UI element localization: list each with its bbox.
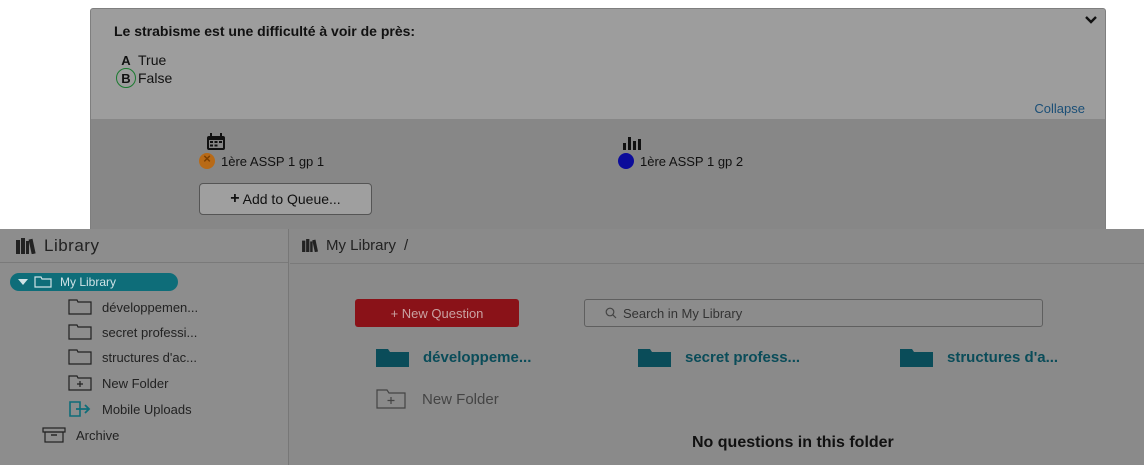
session-item-2[interactable]: 1ère ASSP 1 gp 2	[618, 153, 743, 169]
archive-icon	[42, 427, 66, 443]
sidebar-item-folder[interactable]: développemen...	[68, 299, 198, 315]
sidebar-item-new-folder[interactable]: New Folder	[68, 375, 168, 391]
status-dot	[199, 151, 215, 169]
sidebar-item-folder[interactable]: secret professi...	[68, 324, 197, 340]
library-sidebar: Library My Library développemen... secre…	[0, 229, 289, 465]
folder-icon	[68, 324, 92, 340]
breadcrumb-separator: /	[404, 237, 409, 254]
breadcrumb-item[interactable]: My Library	[326, 237, 396, 254]
option-a: A True	[116, 50, 166, 70]
question-text: Le strabisme est une difficulté à voir d…	[114, 23, 416, 39]
caret-down-icon[interactable]	[18, 279, 28, 285]
sidebar-item-label: New Folder	[102, 375, 169, 391]
breadcrumb: My Library /	[302, 237, 408, 254]
folder-icon	[34, 276, 52, 288]
search-input[interactable]: Search in My Library	[584, 299, 1043, 327]
option-letter: B	[116, 68, 136, 88]
calendar-icon[interactable]	[206, 133, 226, 151]
folder-tile[interactable]: structures d'a...	[900, 348, 1058, 367]
session-label: 1ère ASSP 1 gp 2	[640, 153, 744, 169]
status-dot	[618, 153, 634, 169]
sidebar-item-label: Archive	[76, 427, 120, 443]
library-panel: Library My Library développemen... secre…	[0, 229, 1144, 465]
sidebar-item-folder[interactable]: structures d'ac...	[68, 349, 197, 365]
sidebar-title: Library	[44, 235, 100, 255]
session-item-1[interactable]: 1ère ASSP 1 gp 1	[199, 151, 325, 169]
library-main: My Library / + New Question Search in My…	[290, 229, 1144, 465]
books-icon	[16, 237, 36, 254]
option-letter: A	[121, 52, 131, 68]
question-card: Le strabisme est une difficulté à voir d…	[90, 8, 1106, 232]
new-folder-label: New Folder	[422, 390, 499, 408]
option-label: True	[138, 52, 167, 68]
question-header: Le strabisme est une difficulté à voir d…	[91, 9, 1105, 119]
sidebar-item-label: My Library	[60, 275, 117, 289]
option-b-correct: B False	[116, 68, 172, 88]
sessions-panel: 1ère ASSP 1 gp 1 1ère ASSP 1 gp 2 + Add …	[91, 119, 1105, 231]
folder-icon	[68, 349, 92, 365]
search-placeholder: Search in My Library	[623, 305, 743, 321]
plus-icon: +	[230, 190, 240, 207]
sidebar-item-mobile-uploads[interactable]: Mobile Uploads	[68, 401, 192, 417]
sidebar-item-label: secret professi...	[102, 324, 198, 340]
books-icon	[302, 239, 319, 252]
divider	[290, 263, 1144, 264]
sidebar-item-label: développemen...	[102, 299, 199, 315]
add-to-queue-label: Add to Queue...	[242, 191, 341, 207]
folder-icon	[68, 299, 92, 315]
upload-icon	[69, 401, 91, 417]
option-label: False	[138, 70, 173, 86]
new-folder-icon	[376, 389, 406, 409]
folder-icon	[376, 349, 409, 367]
sidebar-item-label: Mobile Uploads	[102, 401, 192, 417]
sidebar-item-archive[interactable]: Archive	[42, 427, 119, 443]
folder-label: développeme...	[423, 349, 532, 366]
sidebar-header: Library	[0, 229, 288, 263]
search-icon	[605, 307, 617, 319]
new-question-button[interactable]: + New Question	[355, 299, 519, 327]
chevron-down-icon[interactable]	[1085, 15, 1097, 25]
empty-state-message: No questions in this folder	[692, 434, 894, 451]
sidebar-item-my-library[interactable]: My Library	[10, 273, 178, 291]
new-folder-tile[interactable]: New Folder	[376, 389, 499, 409]
folder-label: secret profess...	[685, 349, 801, 366]
add-to-queue-button[interactable]: + Add to Queue...	[199, 183, 372, 215]
new-folder-icon	[68, 375, 92, 391]
bar-chart-icon[interactable]	[621, 133, 641, 151]
folder-icon	[638, 349, 671, 367]
folder-tile[interactable]: développeme...	[376, 348, 531, 367]
folder-label: structures d'a...	[947, 349, 1059, 366]
collapse-link[interactable]: Collapse	[1034, 101, 1085, 116]
folder-icon	[900, 349, 933, 367]
session-label: 1ère ASSP 1 gp 1	[221, 153, 325, 169]
sidebar-item-label: structures d'ac...	[102, 349, 197, 365]
folder-tile[interactable]: secret profess...	[638, 348, 800, 367]
